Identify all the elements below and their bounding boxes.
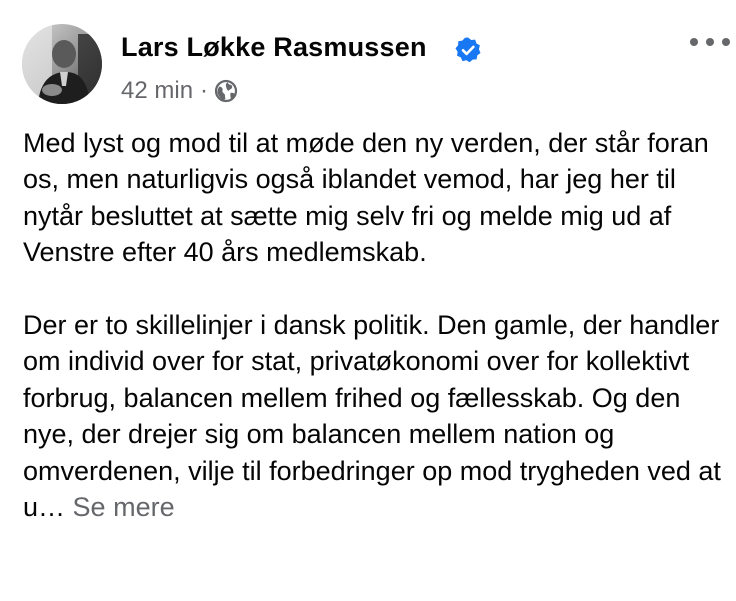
post-paragraph-2: Der er to skillelinjer i dansk politik. … bbox=[23, 307, 723, 525]
post-time[interactable]: 42 min bbox=[121, 77, 193, 105]
post-paragraph-1: Med lyst og mod til at møde den ny verde… bbox=[23, 128, 709, 268]
globe-icon[interactable] bbox=[214, 79, 238, 103]
post-paragraph-2-text: Der er to skillelinjer i dansk politik. … bbox=[23, 310, 721, 523]
author-name[interactable]: Lars Løkke Rasmussen bbox=[121, 32, 427, 63]
meta-separator: · bbox=[200, 77, 209, 104]
more-options-button[interactable] bbox=[690, 30, 730, 54]
verified-badge-icon bbox=[455, 37, 481, 63]
see-more-link[interactable]: Se mere bbox=[73, 492, 175, 522]
more-dot bbox=[722, 38, 730, 46]
facebook-post: Lars Løkke Rasmussen 42 min · Med lyst o… bbox=[0, 0, 736, 601]
post-text: Med lyst og mod til at møde den ny verde… bbox=[23, 125, 723, 525]
person-photo-icon bbox=[22, 24, 102, 104]
post-meta: 42 min · bbox=[121, 76, 238, 106]
more-dot bbox=[690, 38, 698, 46]
author-avatar[interactable] bbox=[22, 24, 102, 104]
more-dot bbox=[706, 38, 714, 46]
